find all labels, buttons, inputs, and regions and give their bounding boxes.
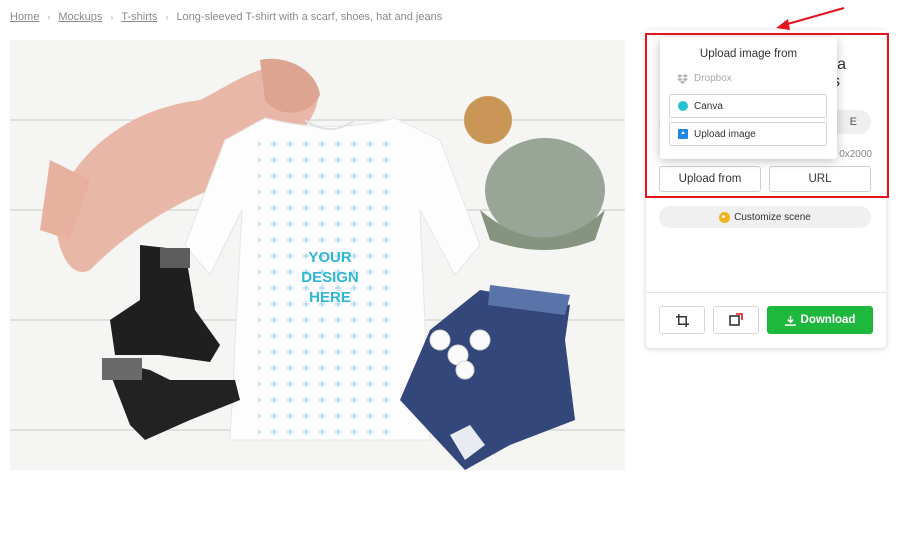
panel-divider: [646, 292, 886, 293]
annotation-arrow-icon: [776, 6, 845, 30]
design-placeholder-line1: YOUR: [308, 249, 352, 266]
design-placeholder-line3: HERE: [309, 289, 351, 306]
breadcrumb-current: Long-sleeved T-shirt with a scarf, shoes…: [176, 11, 443, 23]
customize-scene-button[interactable]: Customize scene: [659, 206, 871, 228]
download-button[interactable]: Download: [767, 306, 873, 334]
breadcrumb: Home › Mockups › T-shirts › Long-sleeved…: [10, 11, 442, 23]
breadcrumb-home-link[interactable]: Home: [10, 11, 39, 23]
crop-button[interactable]: [659, 306, 705, 334]
breadcrumb-separator-icon: ›: [47, 12, 51, 22]
breadcrumb-tshirts-link[interactable]: T-shirts: [121, 11, 157, 23]
design-placeholder-line2: DESIGN: [301, 269, 359, 286]
breadcrumb-separator-icon: ›: [165, 12, 169, 22]
customize-scene-label: Customize scene: [734, 211, 811, 223]
mockup-scene: YOUR DESIGN HERE: [10, 40, 625, 470]
breadcrumb-separator-icon: ›: [110, 12, 114, 22]
palette-icon: [719, 211, 731, 223]
highlight-box: [645, 33, 889, 198]
crop-icon: [675, 313, 689, 327]
toolbar: Download: [659, 306, 873, 334]
image-edit-icon: [729, 313, 743, 326]
download-label: Download: [800, 314, 856, 326]
download-icon: [784, 315, 796, 326]
mockup-image[interactable]: YOUR DESIGN HERE: [10, 40, 625, 470]
breadcrumb-mockups-link[interactable]: Mockups: [58, 11, 102, 23]
magic-edit-button[interactable]: [713, 306, 759, 334]
